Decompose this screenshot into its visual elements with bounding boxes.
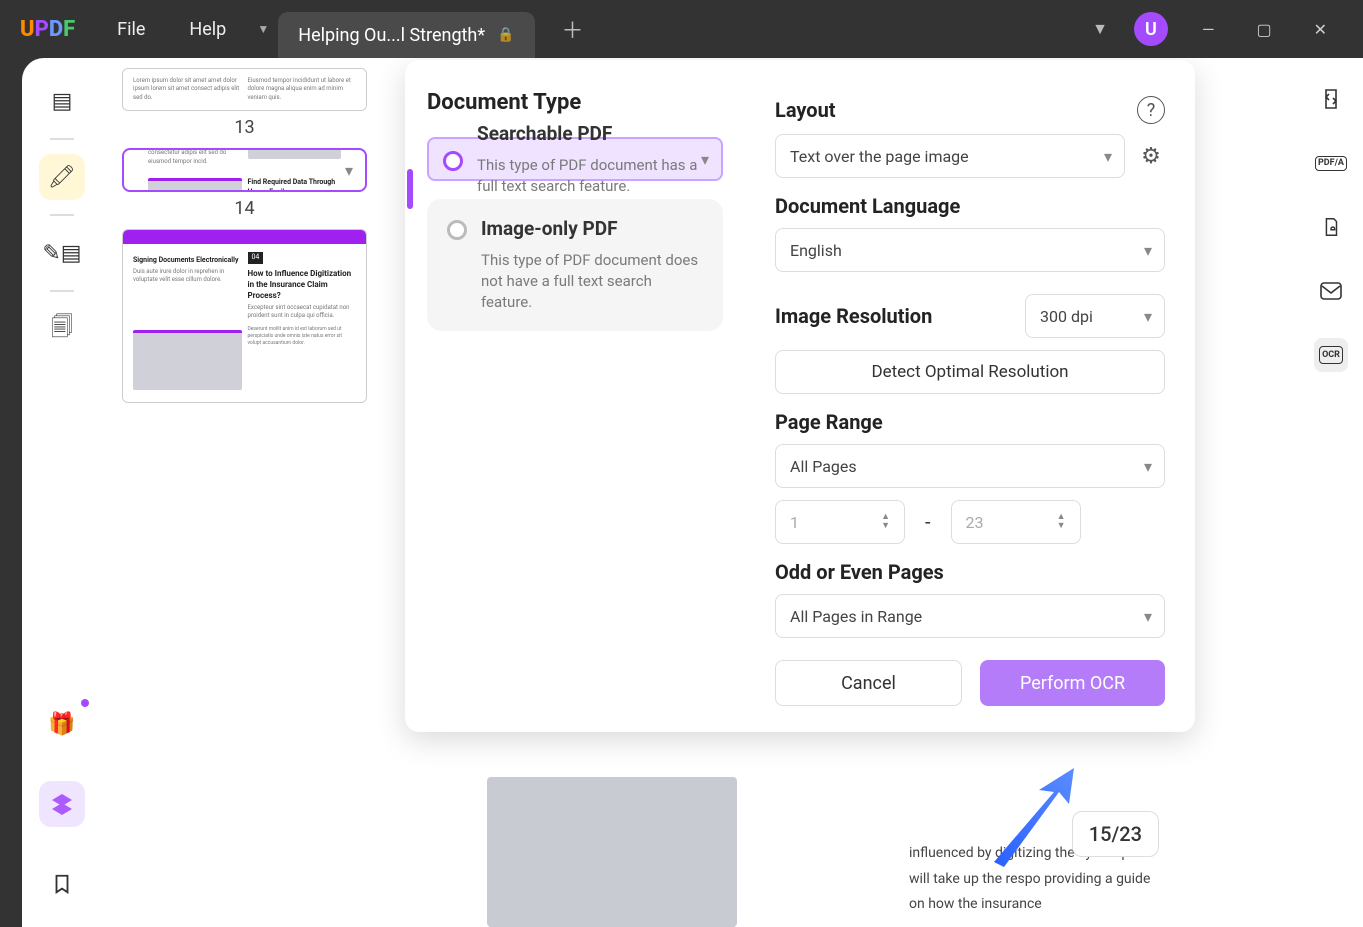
thumbnail-panel[interactable]: Lorem ipsum dolor sit amet amet dolor ip… — [102, 58, 387, 927]
user-avatar[interactable]: U — [1134, 12, 1168, 46]
range-dash: - — [925, 510, 931, 534]
menu-help[interactable]: Help — [167, 19, 248, 40]
page-range-select[interactable]: All Pages — [775, 444, 1165, 488]
add-tab-button[interactable]: ＋ — [553, 13, 593, 45]
layers-icon[interactable] — [39, 781, 85, 827]
language-label: Document Language — [775, 194, 1165, 218]
spinner-icon[interactable]: ▲▼ — [1057, 513, 1066, 531]
chevron-down-icon[interactable]: ▼ — [1092, 19, 1108, 39]
document-tab[interactable]: Helping Ou...l Strength* 🔒 — [278, 12, 534, 58]
layout-select[interactable]: Text over the page image — [775, 134, 1125, 178]
thumb-label-13: 13 — [122, 117, 367, 138]
tab-dropdown-icon[interactable]: ▼ — [248, 0, 278, 58]
edit-tool-icon[interactable]: ✎▤ — [39, 230, 85, 276]
app-logo: UPDF — [20, 17, 75, 42]
document-image-placeholder — [487, 777, 737, 927]
title-bar: UPDF File Help ▼ Helping Ou...l Strength… — [0, 0, 1363, 58]
document-type-heading: Document Type — [427, 90, 723, 115]
radio-off-icon — [447, 220, 467, 240]
highlighter-tool-icon[interactable]: 🖍 — [39, 154, 85, 200]
spinner-icon[interactable]: ▲▼ — [881, 513, 890, 531]
gift-icon[interactable]: 🎁 — [39, 701, 85, 747]
layout-label: Layout — [775, 98, 1137, 122]
cancel-button[interactable]: Cancel — [775, 660, 962, 706]
app-body: ▤ 🖍 ✎▤ 🗐 🎁 Lorem ipsum dolor sit amet am… — [22, 58, 1363, 927]
thumb-page-13[interactable]: Lorem ipsum dolor sit amet amet dolor ip… — [122, 68, 367, 111]
file-lock-icon[interactable] — [1314, 210, 1348, 244]
close-window-button[interactable]: ✕ — [1306, 16, 1335, 43]
page-to-input[interactable]: 23▲▼ — [951, 500, 1081, 544]
bookmark-icon[interactable] — [39, 861, 85, 907]
right-toolbar: PDF/A OCR — [1299, 58, 1363, 927]
page-range-label: Page Range — [775, 410, 1165, 434]
minimize-button[interactable]: — — [1194, 16, 1223, 43]
odd-even-label: Odd or Even Pages — [775, 560, 1165, 584]
option-image-only-pdf[interactable]: Image-only PDF This type of PDF document… — [427, 199, 723, 331]
resolution-label: Image Resolution — [775, 304, 932, 328]
page-indicator[interactable]: 15/23 — [1072, 811, 1159, 857]
detect-resolution-button[interactable]: Detect Optimal Resolution — [775, 350, 1165, 394]
resolution-select[interactable]: 300 dpi — [1025, 294, 1165, 338]
pdfa-icon[interactable]: PDF/A — [1314, 146, 1348, 180]
page-from-input[interactable]: 1▲▼ — [775, 500, 905, 544]
perform-ocr-button[interactable]: Perform OCR — [980, 660, 1165, 706]
lock-icon: 🔒 — [497, 27, 514, 43]
maximize-button[interactable]: ▢ — [1248, 16, 1279, 43]
radio-on-icon — [443, 151, 463, 171]
odd-even-select[interactable]: All Pages in Range — [775, 594, 1165, 638]
pages-tool-icon[interactable]: 🗐 — [39, 306, 85, 352]
thumb-page-15[interactable]: Signing Documents ElectronicallyDuis aut… — [122, 229, 367, 403]
option-searchable-pdf[interactable]: Searchable PDF This type of PDF document… — [427, 137, 723, 181]
gear-icon[interactable]: ⚙ — [1137, 142, 1165, 170]
thumb-page-14[interactable]: Protecting Data From DisasterLorem ipsum… — [122, 148, 367, 192]
language-select[interactable]: English — [775, 228, 1165, 272]
tab-title: Helping Ou...l Strength* — [298, 25, 485, 46]
mail-icon[interactable] — [1314, 274, 1348, 308]
convert-icon[interactable] — [1314, 82, 1348, 116]
ocr-dialog: Document Type Searchable PDF This type o… — [405, 60, 1195, 732]
thumb-label-14: 14 — [122, 198, 367, 219]
document-view[interactable]: influenced by digitizing the syst is par… — [387, 58, 1299, 927]
ocr-icon[interactable]: OCR — [1314, 338, 1348, 372]
left-toolbar: ▤ 🖍 ✎▤ 🗐 🎁 — [22, 58, 102, 927]
menu-file[interactable]: File — [95, 19, 167, 40]
help-icon[interactable]: ? — [1137, 96, 1165, 124]
reader-tool-icon[interactable]: ▤ — [39, 78, 85, 124]
